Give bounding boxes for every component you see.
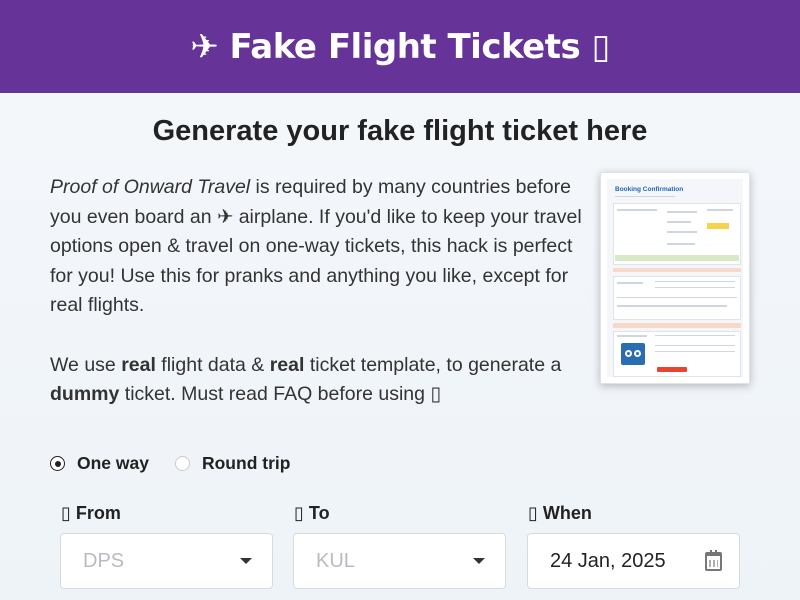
- to-label: ▯ To: [294, 503, 330, 523]
- trip-type-selector: One way Round trip: [50, 453, 316, 474]
- radio-round-trip[interactable]: Round trip: [174, 453, 290, 474]
- to-field: ▯ To KUL: [293, 503, 506, 589]
- intro-p2-e: ticket template, to generate a: [304, 353, 562, 376]
- binoculars-icon: [621, 343, 645, 365]
- date-input[interactable]: 24 Jan, 2025: [527, 533, 740, 589]
- page-headline: Generate your fake flight ticket here: [152, 115, 648, 147]
- radio-round-trip-label[interactable]: Round trip: [202, 453, 290, 474]
- intro-p2-g: ticket. Must read FAQ before using ▯: [119, 383, 442, 405]
- calendar-icon[interactable]: [705, 549, 722, 571]
- intro-emphasis: Proof of Onward Travel: [50, 176, 251, 198]
- intro-p2-c: flight data &: [155, 353, 270, 376]
- intro-paragraph-1: Proof of Onward Travel is required by ma…: [50, 173, 590, 321]
- chevron-down-icon[interactable]: [240, 558, 252, 564]
- date-value: 24 Jan, 2025: [550, 549, 666, 572]
- when-field: ▯ When 24 Jan, 2025: [527, 503, 740, 589]
- from-field: ▯ From DPS: [60, 503, 273, 589]
- preview-button: [657, 367, 687, 372]
- intro-p2-real-2: real: [269, 353, 305, 376]
- top-bar: ✈ Fake Flight Tickets ▯: [0, 0, 800, 93]
- radio-one-way-label[interactable]: One way: [77, 453, 149, 474]
- from-select[interactable]: DPS: [60, 533, 273, 589]
- ticket-preview-image[interactable]: Booking Confirmation: [600, 172, 750, 384]
- when-label: ▯ When: [528, 503, 592, 523]
- radio-one-way[interactable]: One way: [50, 453, 149, 474]
- to-select[interactable]: KUL: [293, 533, 506, 589]
- from-placeholder: DPS: [83, 549, 125, 572]
- from-label: ▯ From: [61, 503, 121, 523]
- intro-p2-a: We use: [50, 353, 122, 376]
- intro-paragraph-2: We use real flight data & real ticket te…: [50, 351, 590, 410]
- intro-p2-real-1: real: [121, 353, 156, 376]
- intro-text: Proof of Onward Travel is required by ma…: [50, 173, 590, 410]
- radio-dot-round-trip[interactable]: [174, 456, 190, 471]
- intro-p2-dummy: dummy: [50, 383, 120, 405]
- chevron-down-icon[interactable]: [473, 558, 485, 564]
- to-placeholder: KUL: [316, 549, 355, 572]
- preview-title: Booking Confirmation: [615, 186, 684, 193]
- site-brand[interactable]: ✈ Fake Flight Tickets ▯: [190, 27, 610, 67]
- radio-dot-one-way[interactable]: [50, 456, 65, 471]
